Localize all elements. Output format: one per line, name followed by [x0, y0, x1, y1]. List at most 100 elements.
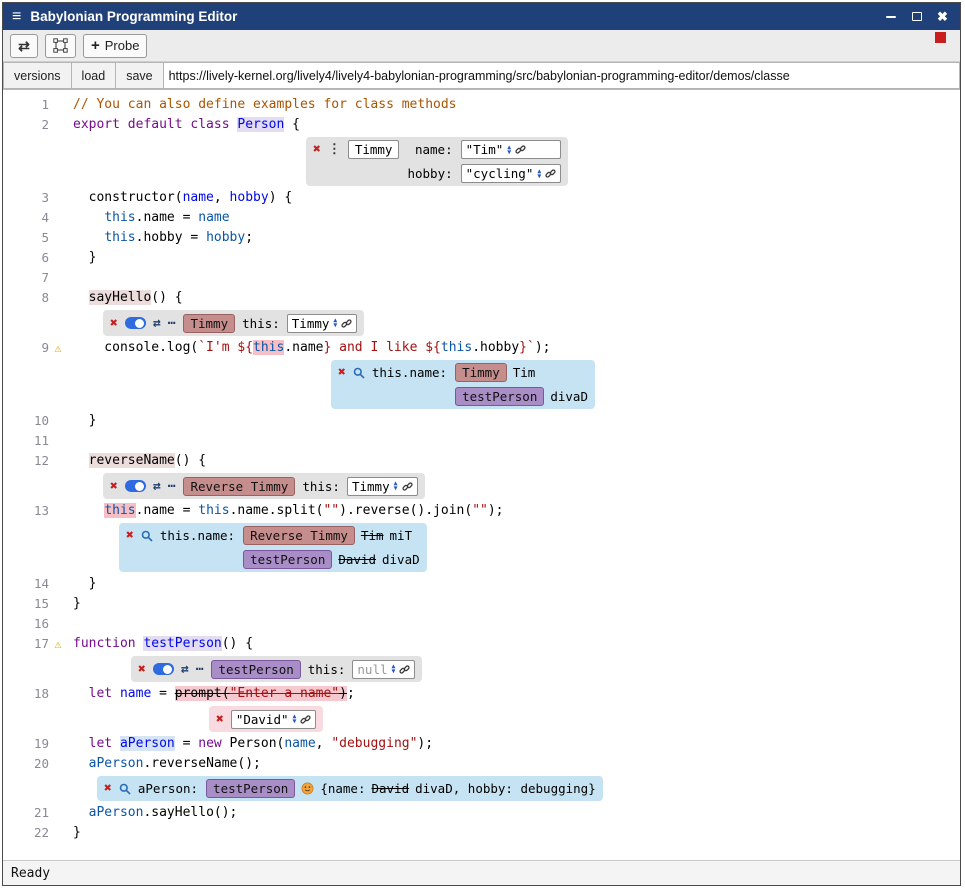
delete-widget-button[interactable]: ✖	[216, 713, 224, 726]
delete-widget-button[interactable]: ✖	[104, 782, 112, 795]
value-box[interactable]: Timmy▲▼	[287, 314, 358, 333]
widget-line: ✖aPerson:testPerson{name:DaviddivaD, hob…	[3, 776, 960, 801]
stepper-icon[interactable]: ▲▼	[537, 169, 541, 179]
warning-slot	[49, 228, 67, 248]
example-badge[interactable]: Timmy	[183, 314, 235, 333]
example-definition-widget: ✖⋮Timmyname:"Tim"▲▼hobby:"cycling"▲▼	[306, 137, 568, 186]
probe-value: divaD	[382, 552, 420, 567]
warning-slot	[49, 411, 67, 431]
example-toggle[interactable]	[153, 663, 174, 675]
code-token: .name =	[136, 503, 199, 518]
delete-widget-button[interactable]: ✖	[110, 480, 118, 493]
example-param-label: hobby:	[407, 166, 452, 181]
code-token	[73, 503, 104, 518]
code-token: =	[175, 736, 198, 751]
code-token: let	[89, 736, 112, 751]
versions-button[interactable]: versions	[3, 62, 71, 89]
step-down-icon: ▼	[392, 669, 396, 674]
stepper-icon[interactable]: ▲▼	[394, 481, 398, 491]
example-toggle[interactable]	[125, 480, 146, 492]
example-badge[interactable]: testPerson	[211, 660, 300, 679]
line-number: 11	[3, 431, 49, 451]
example-toggle[interactable]	[125, 317, 146, 329]
code-token: `	[527, 340, 535, 355]
save-button[interactable]: save	[115, 62, 162, 89]
stepper-icon[interactable]: ▲▼	[333, 318, 337, 328]
code-line: 22}	[3, 823, 960, 843]
more-options-icon[interactable]: ⋯	[168, 480, 177, 493]
value-box[interactable]: null ▲▼	[352, 660, 415, 679]
link-icon[interactable]	[399, 664, 410, 675]
stepper-icon[interactable]: ▲▼	[392, 664, 396, 674]
link-icon[interactable]	[515, 144, 526, 155]
example-name-box[interactable]: Timmy	[348, 140, 400, 159]
stepper-icon[interactable]: ▲▼	[507, 145, 511, 155]
link-icon[interactable]	[545, 168, 556, 179]
code-token: ;	[347, 686, 355, 701]
warning-icon[interactable]: ⚠	[49, 634, 67, 654]
more-options-icon[interactable]: ⋯	[168, 317, 177, 330]
example-badge[interactable]: testPerson	[455, 387, 544, 406]
code-token	[73, 686, 89, 701]
swap-example-icon[interactable]: ⇄	[181, 663, 189, 676]
value-text: null	[357, 662, 387, 677]
title-bar: ≡ Babylonian Programming Editor ✖	[3, 3, 960, 30]
code-token	[73, 453, 89, 468]
swap-example-icon[interactable]: ⇄	[153, 480, 161, 493]
value-box[interactable]: "cycling"▲▼	[461, 164, 562, 183]
probe-widget: ✖this.name:Reverse TimmyTimmiTtestPerson…	[119, 523, 427, 572]
url-input[interactable]	[163, 62, 960, 89]
stepper-icon[interactable]: ▲▼	[293, 714, 297, 724]
line-number: 18	[3, 684, 49, 704]
code-token: // You can also define examples for clas…	[73, 97, 457, 112]
code-editor[interactable]: 1// You can also define examples for cla…	[3, 90, 960, 860]
maximize-button[interactable]	[908, 8, 925, 25]
value-box[interactable]: Timmy▲▼	[347, 477, 418, 496]
this-label: this:	[302, 479, 340, 494]
load-button[interactable]: load	[71, 62, 116, 89]
code-token: "Enter a name"	[230, 686, 340, 701]
swap-example-icon[interactable]: ⇄	[153, 317, 161, 330]
hamburger-menu-icon[interactable]: ≡	[12, 9, 21, 25]
code-line: 15}	[3, 594, 960, 614]
code-token: new	[198, 736, 221, 751]
minimize-button[interactable]	[882, 8, 899, 25]
value-box[interactable]: "Tim"▲▼	[461, 140, 562, 159]
example-badge[interactable]: Timmy	[455, 363, 507, 382]
swap-tool-button[interactable]: ⇄	[10, 34, 38, 58]
code-token: .hobby	[472, 340, 519, 355]
drag-handle-icon[interactable]: ⋮	[328, 143, 341, 156]
close-button[interactable]: ✖	[934, 8, 951, 25]
code-line: 1// You can also define examples for cla…	[3, 95, 960, 115]
link-icon[interactable]	[300, 714, 311, 725]
example-badge[interactable]: testPerson	[206, 779, 295, 798]
warning-slot	[49, 431, 67, 451]
example-badge[interactable]: Reverse Timmy	[243, 526, 355, 545]
more-options-icon[interactable]: ⋯	[196, 663, 205, 676]
code-token: );	[417, 736, 433, 751]
value-box[interactable]: "David"▲▼	[231, 710, 317, 729]
link-icon[interactable]	[402, 481, 413, 492]
code-token: hobby	[230, 190, 269, 205]
warning-slot	[49, 734, 67, 754]
unsaved-indicator	[935, 32, 946, 43]
warning-icon[interactable]: ⚠	[49, 338, 67, 358]
example-badge[interactable]: testPerson	[243, 550, 332, 569]
code-token: name	[120, 686, 151, 701]
code-token: () {	[222, 636, 253, 651]
step-down-icon: ▼	[333, 323, 337, 328]
delete-widget-button[interactable]: ✖	[110, 317, 118, 330]
delete-widget-button[interactable]: ✖	[138, 663, 146, 676]
code-token: }	[73, 596, 81, 611]
link-icon[interactable]	[341, 318, 352, 329]
example-badge[interactable]: Reverse Timmy	[183, 477, 295, 496]
select-container-button[interactable]	[45, 34, 76, 58]
add-probe-button[interactable]: + Probe	[83, 34, 147, 58]
code-token: this	[104, 230, 135, 245]
code-token: .hobby =	[136, 230, 206, 245]
delete-widget-button[interactable]: ✖	[313, 143, 321, 156]
delete-widget-button[interactable]: ✖	[338, 366, 346, 379]
code-token: this	[104, 210, 135, 225]
delete-widget-button[interactable]: ✖	[126, 529, 134, 542]
code-token: name	[284, 736, 315, 751]
